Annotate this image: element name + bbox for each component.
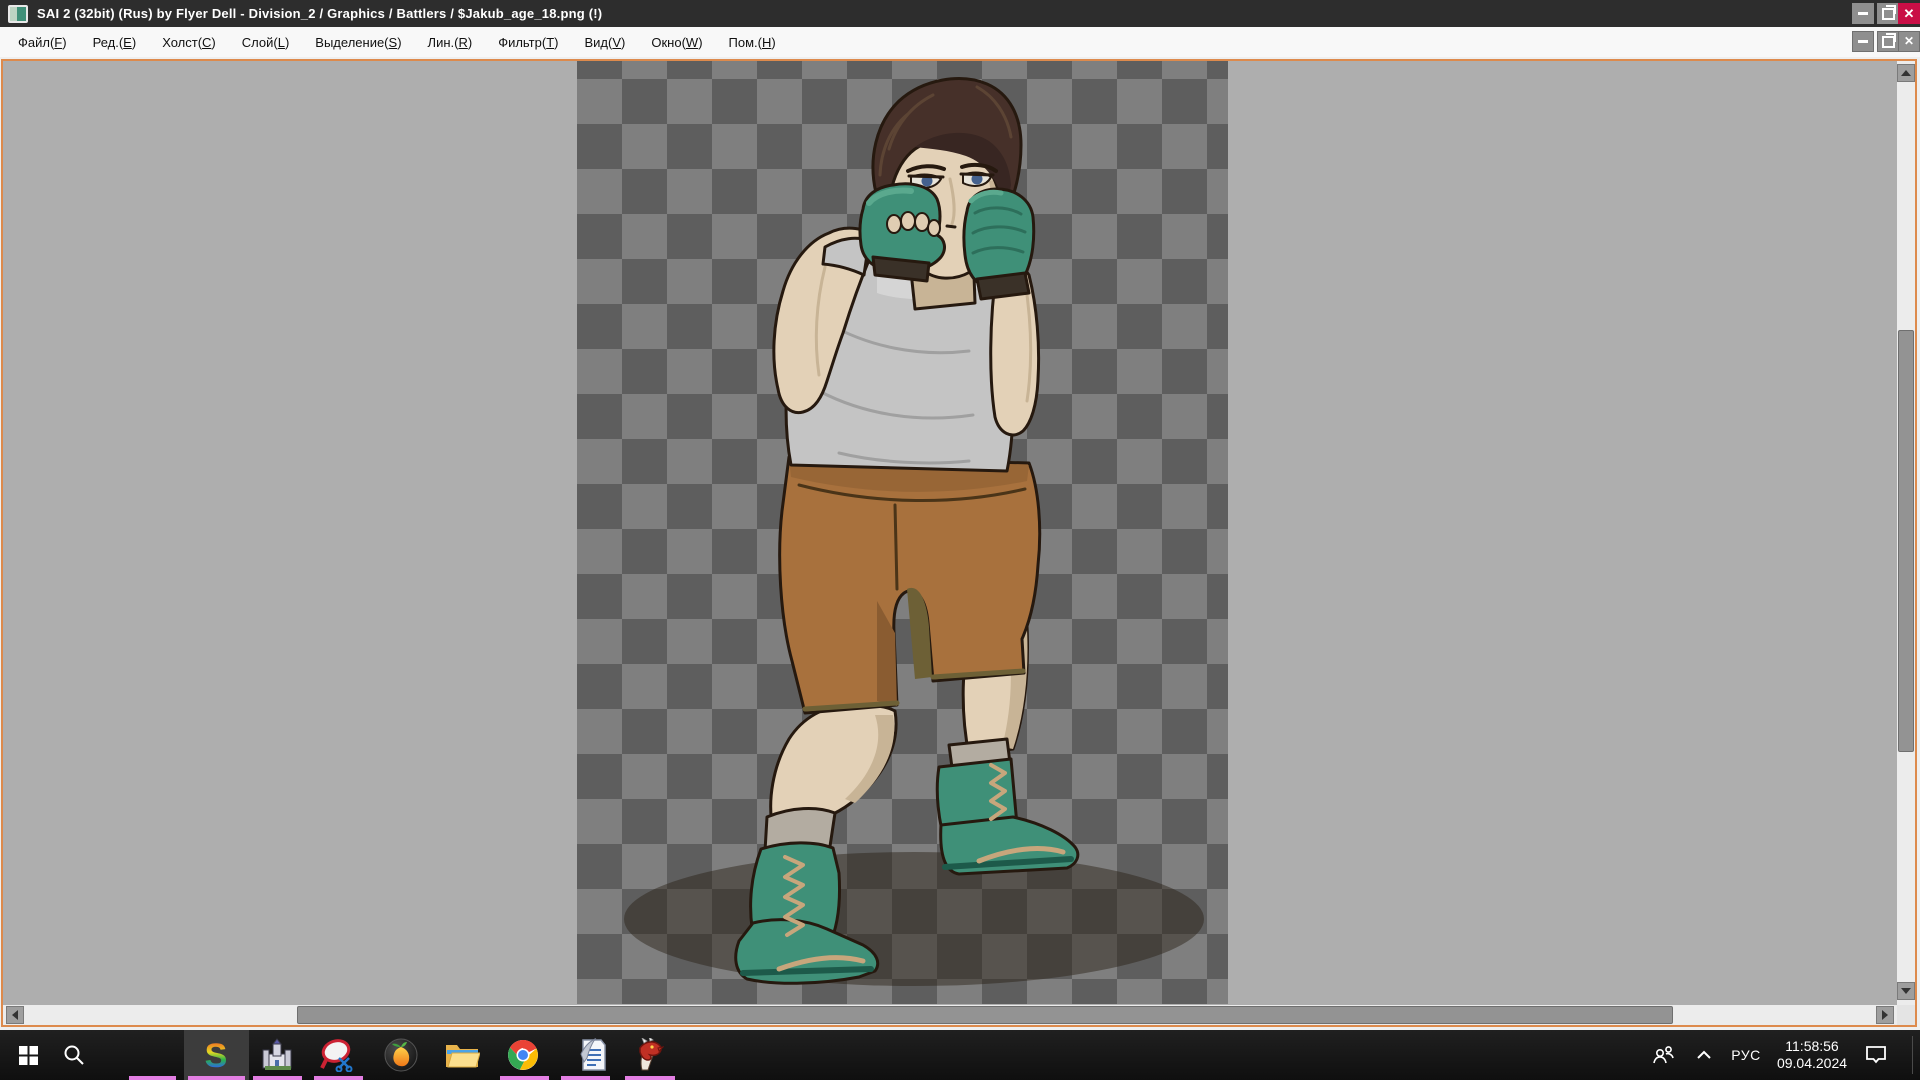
scroll-right-button[interactable] (1876, 1006, 1894, 1024)
chrome-icon (507, 1039, 539, 1071)
menu-help[interactable]: Пом.(H) (716, 27, 789, 57)
taskbar: S (0, 1030, 1920, 1080)
taskbar-app-sai2[interactable]: S (192, 1030, 240, 1080)
mirror-scissors-icon (319, 1038, 355, 1072)
menu-layer[interactable]: Слой(L) (229, 27, 303, 57)
running-indicator-chrome (500, 1076, 549, 1080)
arrow-left-icon (12, 1010, 18, 1020)
language-indicator[interactable]: РУС (1724, 1030, 1768, 1080)
sai-app-icon (8, 5, 28, 23)
menu-filter[interactable]: Фильтр(T) (485, 27, 571, 57)
menu-ruler[interactable]: Лин.(R) (415, 27, 486, 57)
doc-minimize-button[interactable] (1852, 31, 1874, 52)
folder-icon (444, 1040, 480, 1070)
taskbar-app-snip[interactable] (313, 1030, 361, 1080)
fl-studio-icon (384, 1038, 418, 1072)
drop-shadow (624, 852, 1204, 986)
arrow-down-icon (1901, 988, 1911, 994)
menu-window[interactable]: Окно(W) (638, 27, 715, 57)
running-indicator-castle (253, 1076, 302, 1080)
taskbar-app-chrome[interactable] (499, 1030, 547, 1080)
search-icon (63, 1044, 85, 1066)
desktop: SAI 2 (32bit) (Rus) by Flyer Dell - Divi… (0, 0, 1920, 1080)
menu-canvas[interactable]: Холст(C) (149, 27, 229, 57)
sai2-icon: S (199, 1037, 233, 1073)
scroll-left-button[interactable] (6, 1006, 24, 1024)
menu-view[interactable]: Вид(V) (572, 27, 639, 57)
doc-restore-button[interactable] (1877, 31, 1899, 52)
taskbar-app-notepad[interactable] (568, 1030, 616, 1080)
running-indicator-snip (314, 1076, 363, 1080)
scroll-up-button[interactable] (1897, 64, 1915, 82)
boxer-artwork (577, 61, 1228, 1004)
document-window (1, 59, 1917, 1027)
restore-button[interactable] (1877, 3, 1899, 24)
taskbar-app-flstudio[interactable] (377, 1030, 425, 1080)
vertical-scroll-thumb[interactable] (1898, 330, 1914, 752)
canvas-viewport[interactable] (3, 61, 1897, 1005)
dragon-icon (632, 1038, 664, 1072)
title-bar: SAI 2 (32bit) (Rus) by Flyer Dell - Divi… (0, 0, 1920, 27)
people-button[interactable] (1650, 1030, 1678, 1080)
start-button[interactable] (8, 1030, 48, 1080)
doc-restore-icon (1882, 36, 1895, 48)
minimize-icon (1858, 12, 1868, 15)
running-indicator-notepad (561, 1076, 610, 1080)
scroll-down-button[interactable] (1897, 982, 1915, 1000)
close-button[interactable]: ✕ (1898, 3, 1920, 24)
notepad-icon (577, 1038, 607, 1072)
arrow-up-icon (1901, 70, 1911, 76)
menu-edit[interactable]: Ред.(E) (80, 27, 150, 57)
action-center-icon (1865, 1045, 1887, 1065)
castle-icon (260, 1038, 294, 1072)
taskbar-app-explorer[interactable] (438, 1030, 486, 1080)
taskbar-app-castle[interactable] (253, 1030, 301, 1080)
running-indicator-sai2 (188, 1076, 245, 1080)
svg-text:S: S (205, 1037, 228, 1073)
menu-selection[interactable]: Выделение(S) (302, 27, 414, 57)
taskbar-app-hidden[interactable] (128, 1030, 176, 1080)
horizontal-scrollbar[interactable] (3, 1005, 1897, 1025)
minimize-button[interactable] (1852, 3, 1874, 24)
chevron-up-icon (1696, 1050, 1712, 1060)
doc-close-button[interactable]: ✕ (1898, 31, 1920, 52)
tray-time: 11:58:56 (1785, 1038, 1838, 1055)
people-icon (1652, 1045, 1676, 1065)
menu-bar: Файл(F) Ред.(E) Холст(C) Слой(L) Выделен… (0, 27, 1920, 57)
doc-minimize-icon (1858, 40, 1868, 43)
clock[interactable]: 11:58:56 09.04.2024 (1772, 1030, 1852, 1080)
show-desktop-button[interactable] (1913, 1030, 1920, 1080)
windows-logo-icon (19, 1046, 38, 1065)
window-title: SAI 2 (32bit) (Rus) by Flyer Dell - Divi… (37, 6, 602, 21)
running-indicator-dragon (625, 1076, 675, 1080)
horizontal-scroll-thumb[interactable] (297, 1006, 1673, 1024)
doc-close-icon: ✕ (1904, 35, 1914, 48)
close-icon: ✕ (1904, 7, 1915, 20)
running-indicator-hidden (129, 1076, 176, 1080)
restore-icon (1882, 8, 1895, 20)
menu-file[interactable]: Файл(F) (5, 27, 80, 57)
scrollbar-corner (1897, 1005, 1915, 1025)
tray-date: 09.04.2024 (1777, 1055, 1847, 1072)
action-center-button[interactable] (1858, 1030, 1894, 1080)
vertical-scrollbar[interactable] (1897, 61, 1915, 1005)
arrow-right-icon (1882, 1010, 1888, 1020)
search-button[interactable] (52, 1030, 96, 1080)
show-hidden-icons-button[interactable] (1692, 1030, 1716, 1080)
taskbar-app-dragon[interactable] (624, 1030, 672, 1080)
